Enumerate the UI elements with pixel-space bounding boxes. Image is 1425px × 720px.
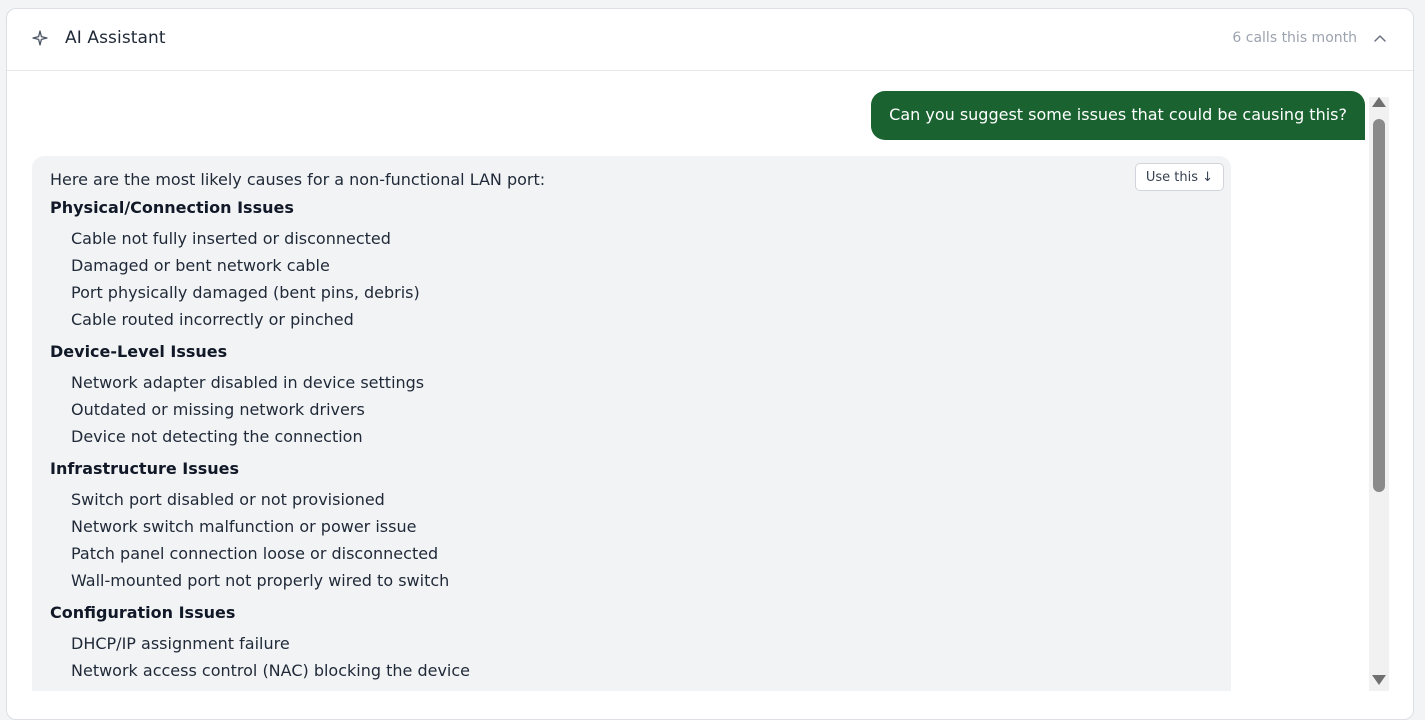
issue-list-item: Port physically damaged (bent pins, debr… [71,283,420,302]
scrollbar-thumb[interactable] [1373,119,1385,492]
assistant-message-content: Here are the most likely causes for a no… [50,169,545,691]
issue-sections: Physical/Connection Issues Cable not full… [50,197,545,687]
issue-list-item: Device not detecting the connection [71,427,363,446]
issue-list-item: Cable not fully inserted or disconnected [71,229,391,248]
chevron-up-icon[interactable] [1373,31,1387,45]
issue-list-item: Switch port disabled or not provisioned [71,490,385,509]
issue-list-item: Network switch malfunction or power issu… [71,517,417,536]
issue-list-item: DHCP/IP assignment failure [71,634,290,653]
chat-thread[interactable]: Can you suggest some issues that could b… [7,71,1389,691]
issue-list: Switch port disabled or not provisioned N… [50,489,545,597]
use-this-button[interactable]: Use this ↓ [1134,163,1224,191]
section-heading: Infrastructure Issues [50,459,240,478]
panel-header[interactable]: AI Assistant 6 calls this month [7,9,1413,71]
ai-assistant-panel: AI Assistant 6 calls this month Can you … [6,8,1414,720]
sparkle-icon [32,30,48,46]
issue-list-item: Cable routed incorrectly or pinched [71,310,354,329]
chat-scrollbar[interactable] [1369,97,1389,691]
issue-list: Cable not fully inserted or disconnected… [50,228,545,336]
issue-list-item: Network access control (NAC) blocking th… [71,661,470,680]
issue-list-item: Wall-mounted port not properly wired to … [71,571,450,590]
scroll-down-arrow-icon[interactable] [1372,675,1386,685]
user-message: Can you suggest some issues that could b… [871,91,1365,140]
section-heading: Physical/Connection Issues [50,198,294,217]
issue-list-item: Network adapter disabled in device setti… [71,373,425,392]
calls-count-label: 6 calls this month [1232,30,1357,46]
scroll-up-arrow-icon[interactable] [1372,97,1386,107]
assistant-message: Use this ↓ Here are the most likely caus… [32,156,1231,691]
issue-list-item: Outdated or missing network drivers [71,400,365,419]
issue-list-item: Patch panel connection loose or disconne… [71,544,439,563]
section-heading: Configuration Issues [50,603,236,622]
issue-list: DHCP/IP assignment failure Network access… [50,633,545,687]
section-heading: Device-Level Issues [50,342,228,361]
issue-list: Network adapter disabled in device setti… [50,372,545,453]
issue-list-item: Damaged or bent network cable [71,256,330,275]
assistant-intro: Here are the most likely causes for a no… [50,170,546,189]
panel-title: AI Assistant [65,28,166,48]
